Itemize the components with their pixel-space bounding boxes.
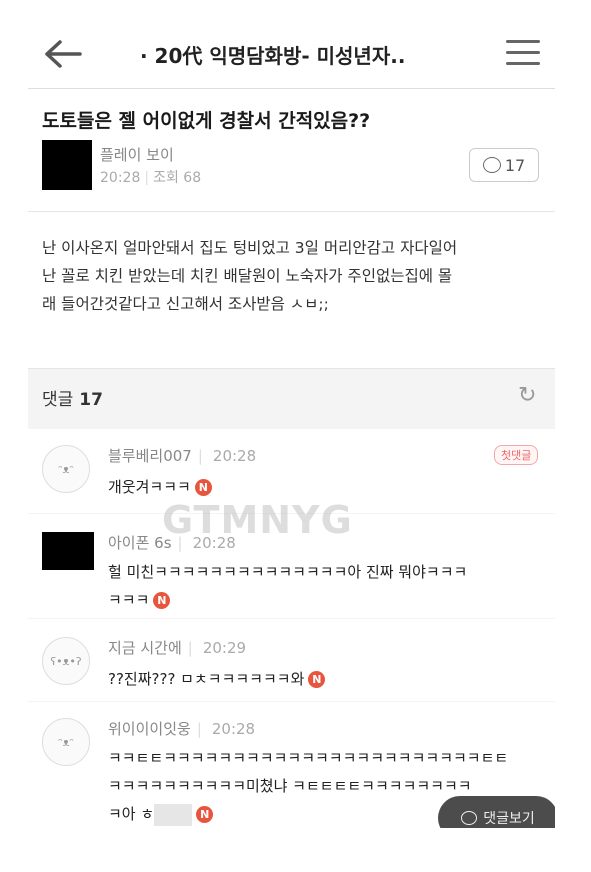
post-body-line: 래 들어간것같다고 신고해서 조사받음 ㅅㅂ;; [42,295,329,313]
board-title: · 20代 익명담화방- 미성년자.. [140,44,406,68]
speech-bubble-icon [482,157,501,173]
avatar[interactable] [42,532,94,570]
comment-list: ᵔᴥᵔ 블루베리007 | 20:28 첫댓글 개웃겨ㅋㅋㅋ N 아이폰 6s | 20:… [28,421,555,828]
comment-item: ʕ•ᴥ•ʔ 지금 시간에 | 20:29 ??진짜??? ㅁㅊㅋㅋㅋㅋㅋㅋ와 N [28,619,555,701]
new-badge-icon: N [308,671,326,688]
comments-label: 댓글 [42,390,74,410]
author-name[interactable]: 플레이 보이 [100,144,174,165]
post-views: 조회 68 [153,170,202,186]
post-title: 도토들은 젤 어이없게 경찰서 간적있음?? [42,110,371,132]
post-body: 난 이사온지 얼마안돼서 집도 텅비었고 3일 머리안감고 자다일어 난 꼴로 … [42,234,552,318]
comment-time: 20:28 [212,447,257,465]
comment-text: ??진짜??? ㅁㅊㅋㅋㅋㅋㅋㅋ와 N [108,665,326,693]
app-frame: · 20代 익명담화방- 미성년자.. 도토들은 젤 어이없게 경찰서 간적있음… [28,10,555,828]
comments-count: 17 [79,390,103,410]
hamburger-menu-icon[interactable] [506,40,540,66]
commenter-name[interactable]: 위이이이잇웅 [108,720,191,738]
back-arrow-icon[interactable] [42,38,82,70]
comment-count-button[interactable]: 17 [469,148,539,182]
commenter-name[interactable]: 지금 시간에 [108,639,182,657]
comment-text: 헐 미친ㅋㅋㅋㅋㅋㅋㅋㅋㅋㅋㅋㅋㅋㅋ아 진짜 뭐야ㅋㅋㅋ ㅋㅋㅋ N [108,563,468,609]
default-avatar-icon[interactable]: ᵔᴥᵔ [42,445,90,493]
speech-bubble-icon [461,811,478,825]
new-badge-icon: N [196,806,214,823]
post-time: 20:28 [100,170,141,186]
refresh-icon[interactable]: ↻ [518,383,536,408]
top-bar: · 20代 익명담화방- 미성년자.. [28,10,555,88]
blurred-patch [154,803,193,826]
default-avatar-icon[interactable]: ʕ•ᴥ•ʔ [42,637,90,685]
comment-time: 20:29 [202,639,247,657]
default-avatar-icon[interactable]: ᵔᴥᵔ [42,718,90,766]
post-body-line: 난 이사온지 얼마안돼서 집도 텅비었고 3일 머리안감고 자다일어 [42,239,458,257]
view-comments-button[interactable]: 댓글보기 [438,796,555,828]
new-badge-icon: N [153,592,171,609]
new-badge-icon: N [194,479,212,496]
first-comment-badge: 첫댓글 [494,445,539,465]
comments-header: 댓글 17 ↻ [28,368,555,422]
comment-time: 20:28 [211,720,256,738]
comment-text: 개웃겨ㅋㅋㅋ N [108,473,212,501]
watermark: GTMNYG [162,498,353,542]
post-body-line: 난 꼴로 치킨 받았는데 치킨 배달원이 노숙자가 주인없는집에 몰 [42,267,453,285]
post-meta: 20:28 | 조회 68 [100,170,202,186]
commenter-name[interactable]: 블루베리007 [108,447,192,465]
author-avatar[interactable] [42,140,92,190]
comment-count: 17 [504,155,526,175]
